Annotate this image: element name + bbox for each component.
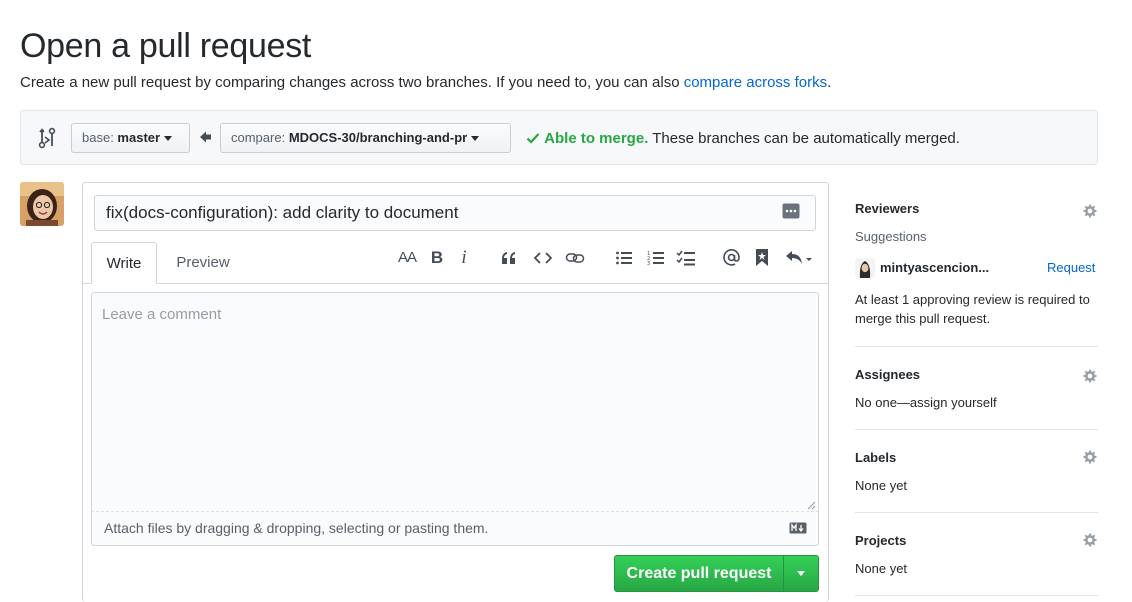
reviewers-heading[interactable]: Reviewers <box>855 200 919 218</box>
create-pull-request-button[interactable]: Create pull request <box>615 556 783 591</box>
markdown-icon[interactable] <box>789 522 807 534</box>
subtitle-text: Create a new pull request by comparing c… <box>20 74 684 91</box>
gear-icon[interactable] <box>1082 532 1098 548</box>
sidebar-divider <box>855 595 1098 596</box>
projects-heading[interactable]: Projects <box>855 532 906 550</box>
compare-prefix: compare: <box>231 130 289 145</box>
mention-icon[interactable] <box>722 248 741 267</box>
quote-icon[interactable] <box>500 249 518 267</box>
resize-handle[interactable] <box>806 500 816 510</box>
gear-icon[interactable] <box>1082 203 1098 219</box>
caret-down-icon <box>471 136 480 142</box>
sidebar-divider <box>855 346 1098 347</box>
labels-heading[interactable]: Labels <box>855 449 896 467</box>
page-title: Open a pull request <box>20 27 312 65</box>
request-review-link[interactable]: Request <box>1047 259 1095 277</box>
title-input[interactable] <box>94 195 816 231</box>
reviewers-suggestions-label: Suggestions <box>855 229 927 244</box>
attach-files-bar[interactable]: Attach files by dragging & dropping, sel… <box>91 512 819 546</box>
sidebar-divider <box>855 512 1098 513</box>
base-branch-select[interactable]: base: master <box>71 123 190 153</box>
task-list-icon[interactable] <box>676 249 696 266</box>
suggested-reviewer-avatar <box>855 258 875 278</box>
compare-branch-name: MDOCS-30/branching-and-pr <box>288 130 468 145</box>
comment-textarea[interactable]: Leave a comment <box>91 292 819 512</box>
caret-down-icon <box>797 571 805 576</box>
check-icon <box>526 133 540 144</box>
caret-down-icon <box>164 136 173 142</box>
reply-icon[interactable] <box>785 249 815 267</box>
compare-arrows-icon <box>38 127 56 149</box>
base-prefix: base: <box>82 130 118 145</box>
svg-text:3: 3 <box>647 261 650 266</box>
create-options-dropdown[interactable] <box>783 556 818 591</box>
bookmark-icon[interactable] <box>755 248 769 267</box>
merge-status: Able to merge. These branches can be aut… <box>526 129 960 149</box>
create-pull-request-group: Create pull request <box>614 555 819 592</box>
compare-across-forks-link[interactable]: compare across forks <box>684 74 827 91</box>
subtitle-end: . <box>827 74 832 91</box>
projects-value: None yet <box>855 561 908 576</box>
assignees-value[interactable]: No one—assign yourself <box>855 393 997 412</box>
comment-placeholder: Leave a comment <box>102 306 222 323</box>
merge-ok-text: Able to merge. <box>544 130 649 147</box>
bold-icon[interactable]: B <box>429 248 445 268</box>
tab-preview[interactable]: Preview <box>164 242 242 284</box>
italic-icon[interactable]: i <box>457 248 471 268</box>
base-branch-name: master <box>117 130 161 145</box>
saved-reply-icon[interactable] <box>782 203 800 219</box>
assignees-heading[interactable]: Assignees <box>855 366 920 384</box>
ordered-list-icon[interactable]: 1 2 3 <box>647 250 665 266</box>
avatar[interactable] <box>20 182 64 226</box>
gear-icon[interactable] <box>1082 449 1098 465</box>
labels-value: None yet <box>855 478 908 493</box>
compare-bar: base: master compare: MDOCS-30/branching… <box>20 110 1098 165</box>
unordered-list-icon[interactable] <box>615 250 633 266</box>
gear-icon[interactable] <box>1082 368 1098 384</box>
tab-write[interactable]: Write <box>91 242 157 284</box>
attach-files-text: Attach files by dragging & dropping, sel… <box>104 520 489 536</box>
merge-status-text: These branches can be automatically merg… <box>648 130 960 147</box>
suggested-reviewer-name[interactable]: mintyascencion... <box>880 259 989 277</box>
code-icon[interactable] <box>533 250 553 266</box>
heading-icon[interactable]: AA <box>396 248 418 268</box>
link-icon[interactable] <box>565 250 585 266</box>
page-subtitle: Create a new pull request by comparing c… <box>20 73 831 93</box>
sidebar-divider <box>855 429 1098 430</box>
arrow-left-icon <box>200 131 211 143</box>
reviewers-note: At least 1 approving review is required … <box>855 292 1090 326</box>
compare-branch-select[interactable]: compare: MDOCS-30/branching-and-pr <box>220 123 511 153</box>
